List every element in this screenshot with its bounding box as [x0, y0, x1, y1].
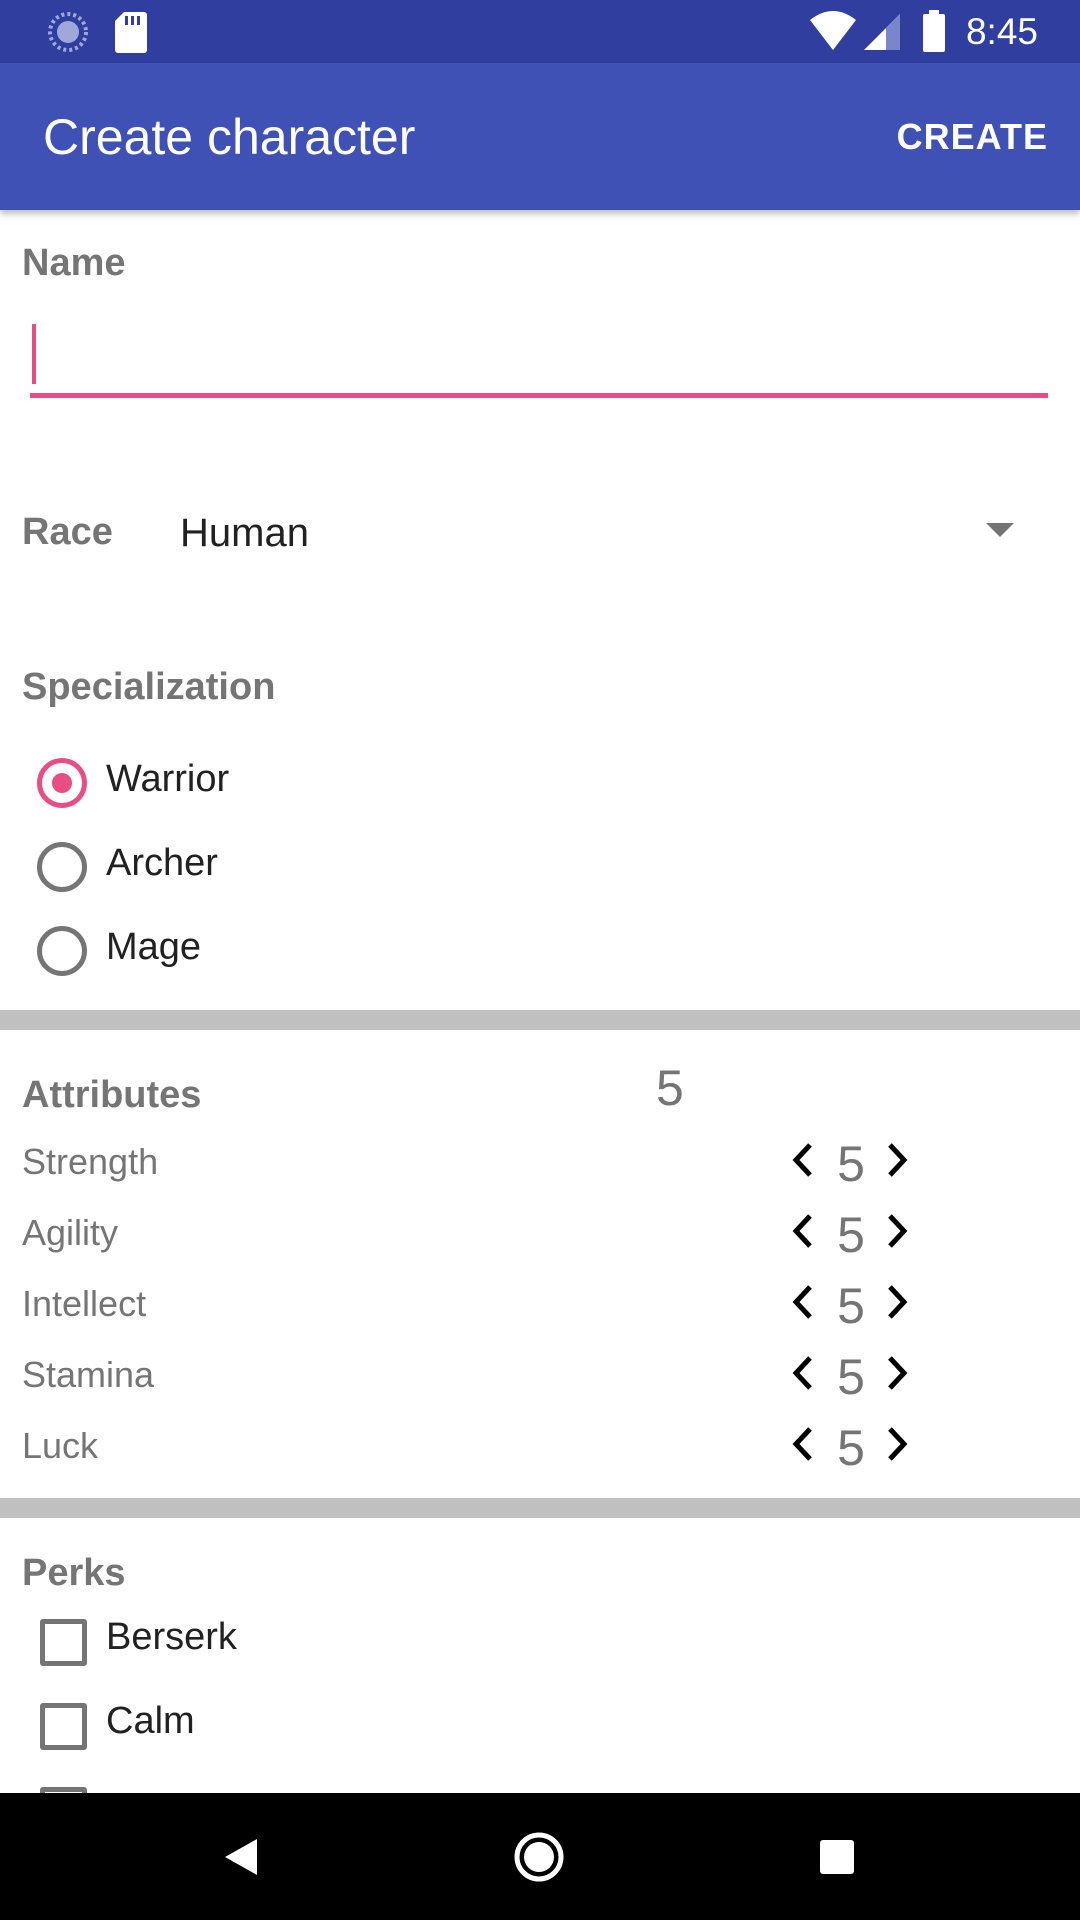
name-input[interactable] — [30, 308, 1048, 398]
app-bar: Create character CREATE — [0, 63, 1080, 210]
recents-square-icon — [820, 1840, 854, 1874]
chevron-left-icon — [792, 1214, 812, 1248]
back-triangle-icon — [225, 1839, 257, 1875]
race-dropdown[interactable]: Human — [160, 490, 1040, 576]
form-content[interactable]: Name Race Human Specialization Warrior A… — [0, 210, 1080, 1793]
back-button[interactable] — [207, 1823, 275, 1891]
page-title: Create character — [43, 109, 416, 165]
race-selected-value: Human — [180, 511, 309, 555]
dropdown-arrow-icon — [986, 523, 1014, 537]
section-divider — [0, 1498, 1080, 1518]
chevron-left-icon — [792, 1143, 812, 1177]
section-divider — [0, 1010, 1080, 1030]
checkbox-unchecked-icon — [40, 1703, 87, 1750]
name-label: Name — [22, 242, 126, 284]
radio-label: Archer — [106, 842, 218, 884]
attribute-name: Intellect — [22, 1283, 147, 1324]
signal-icon — [864, 14, 900, 50]
decrease-strength-button[interactable] — [782, 1134, 826, 1186]
navigation-bar — [0, 1793, 1080, 1920]
battery-icon — [923, 10, 945, 52]
chevron-right-icon — [888, 1214, 908, 1248]
attributes-label: Attributes — [22, 1074, 202, 1116]
checkbox-calm[interactable]: Calm — [32, 1696, 632, 1766]
perks-label: Perks — [22, 1552, 126, 1594]
recents-button[interactable] — [803, 1823, 871, 1891]
attribute-row-luck: Luck 5 — [0, 1414, 1080, 1485]
radio-warrior[interactable]: Warrior — [32, 748, 632, 818]
radio-mage[interactable]: Mage — [32, 916, 632, 986]
chevron-right-icon — [888, 1356, 908, 1390]
radio-unchecked-icon — [37, 842, 87, 892]
specialization-label: Specialization — [22, 666, 276, 708]
checkbox-berserk[interactable]: Berserk — [32, 1612, 632, 1682]
attribute-name: Stamina — [22, 1354, 155, 1395]
increase-stamina-button[interactable] — [876, 1347, 920, 1399]
checkbox-label: Calm — [106, 1700, 195, 1742]
home-circle-icon — [514, 1832, 564, 1882]
radio-checked-icon — [37, 758, 87, 808]
status-bar: 8:45 — [0, 0, 1080, 63]
attribute-value: 5 — [837, 1278, 865, 1334]
name-input-underline — [30, 393, 1048, 398]
chevron-right-icon — [888, 1285, 908, 1319]
chevron-left-icon — [792, 1427, 812, 1461]
increase-strength-button[interactable] — [876, 1134, 920, 1186]
radio-unchecked-icon — [37, 926, 87, 976]
attribute-row-agility: Agility 5 — [0, 1201, 1080, 1272]
chevron-left-icon — [792, 1285, 812, 1319]
race-label: Race — [22, 511, 113, 553]
decrease-agility-button[interactable] — [782, 1205, 826, 1257]
attribute-name: Luck — [22, 1425, 99, 1466]
attribute-name: Agility — [22, 1212, 119, 1253]
sync-icon — [48, 12, 88, 52]
create-button[interactable]: CREATE — [897, 115, 1048, 159]
chevron-right-icon — [888, 1427, 908, 1461]
checkbox-unchecked-icon — [40, 1619, 87, 1666]
checkbox-partial[interactable] — [32, 1780, 632, 1793]
attribute-points-remaining: 5 — [656, 1060, 684, 1116]
attribute-value: 5 — [837, 1136, 865, 1192]
increase-intellect-button[interactable] — [876, 1276, 920, 1328]
attribute-row-stamina: Stamina 5 — [0, 1343, 1080, 1414]
attribute-row-intellect: Intellect 5 — [0, 1272, 1080, 1343]
radio-archer[interactable]: Archer — [32, 832, 632, 902]
decrease-intellect-button[interactable] — [782, 1276, 826, 1328]
text-cursor — [32, 324, 36, 384]
attribute-value: 5 — [837, 1349, 865, 1405]
attribute-name: Strength — [22, 1141, 159, 1182]
decrease-stamina-button[interactable] — [782, 1347, 826, 1399]
decrease-luck-button[interactable] — [782, 1418, 826, 1470]
radio-label: Mage — [106, 926, 202, 968]
checkbox-label: Berserk — [106, 1616, 237, 1658]
status-time: 8:45 — [965, 11, 1038, 52]
attribute-value: 5 — [837, 1207, 865, 1263]
sd-card-icon — [115, 12, 147, 53]
radio-label: Warrior — [106, 758, 230, 800]
attribute-value: 5 — [837, 1420, 865, 1476]
increase-luck-button[interactable] — [876, 1418, 920, 1470]
chevron-left-icon — [792, 1356, 812, 1390]
wifi-icon — [810, 11, 856, 50]
chevron-right-icon — [888, 1143, 908, 1177]
attribute-row-strength: Strength 5 — [0, 1130, 1080, 1201]
home-button[interactable] — [505, 1823, 573, 1891]
increase-agility-button[interactable] — [876, 1205, 920, 1257]
radio-dot-icon — [52, 773, 72, 793]
